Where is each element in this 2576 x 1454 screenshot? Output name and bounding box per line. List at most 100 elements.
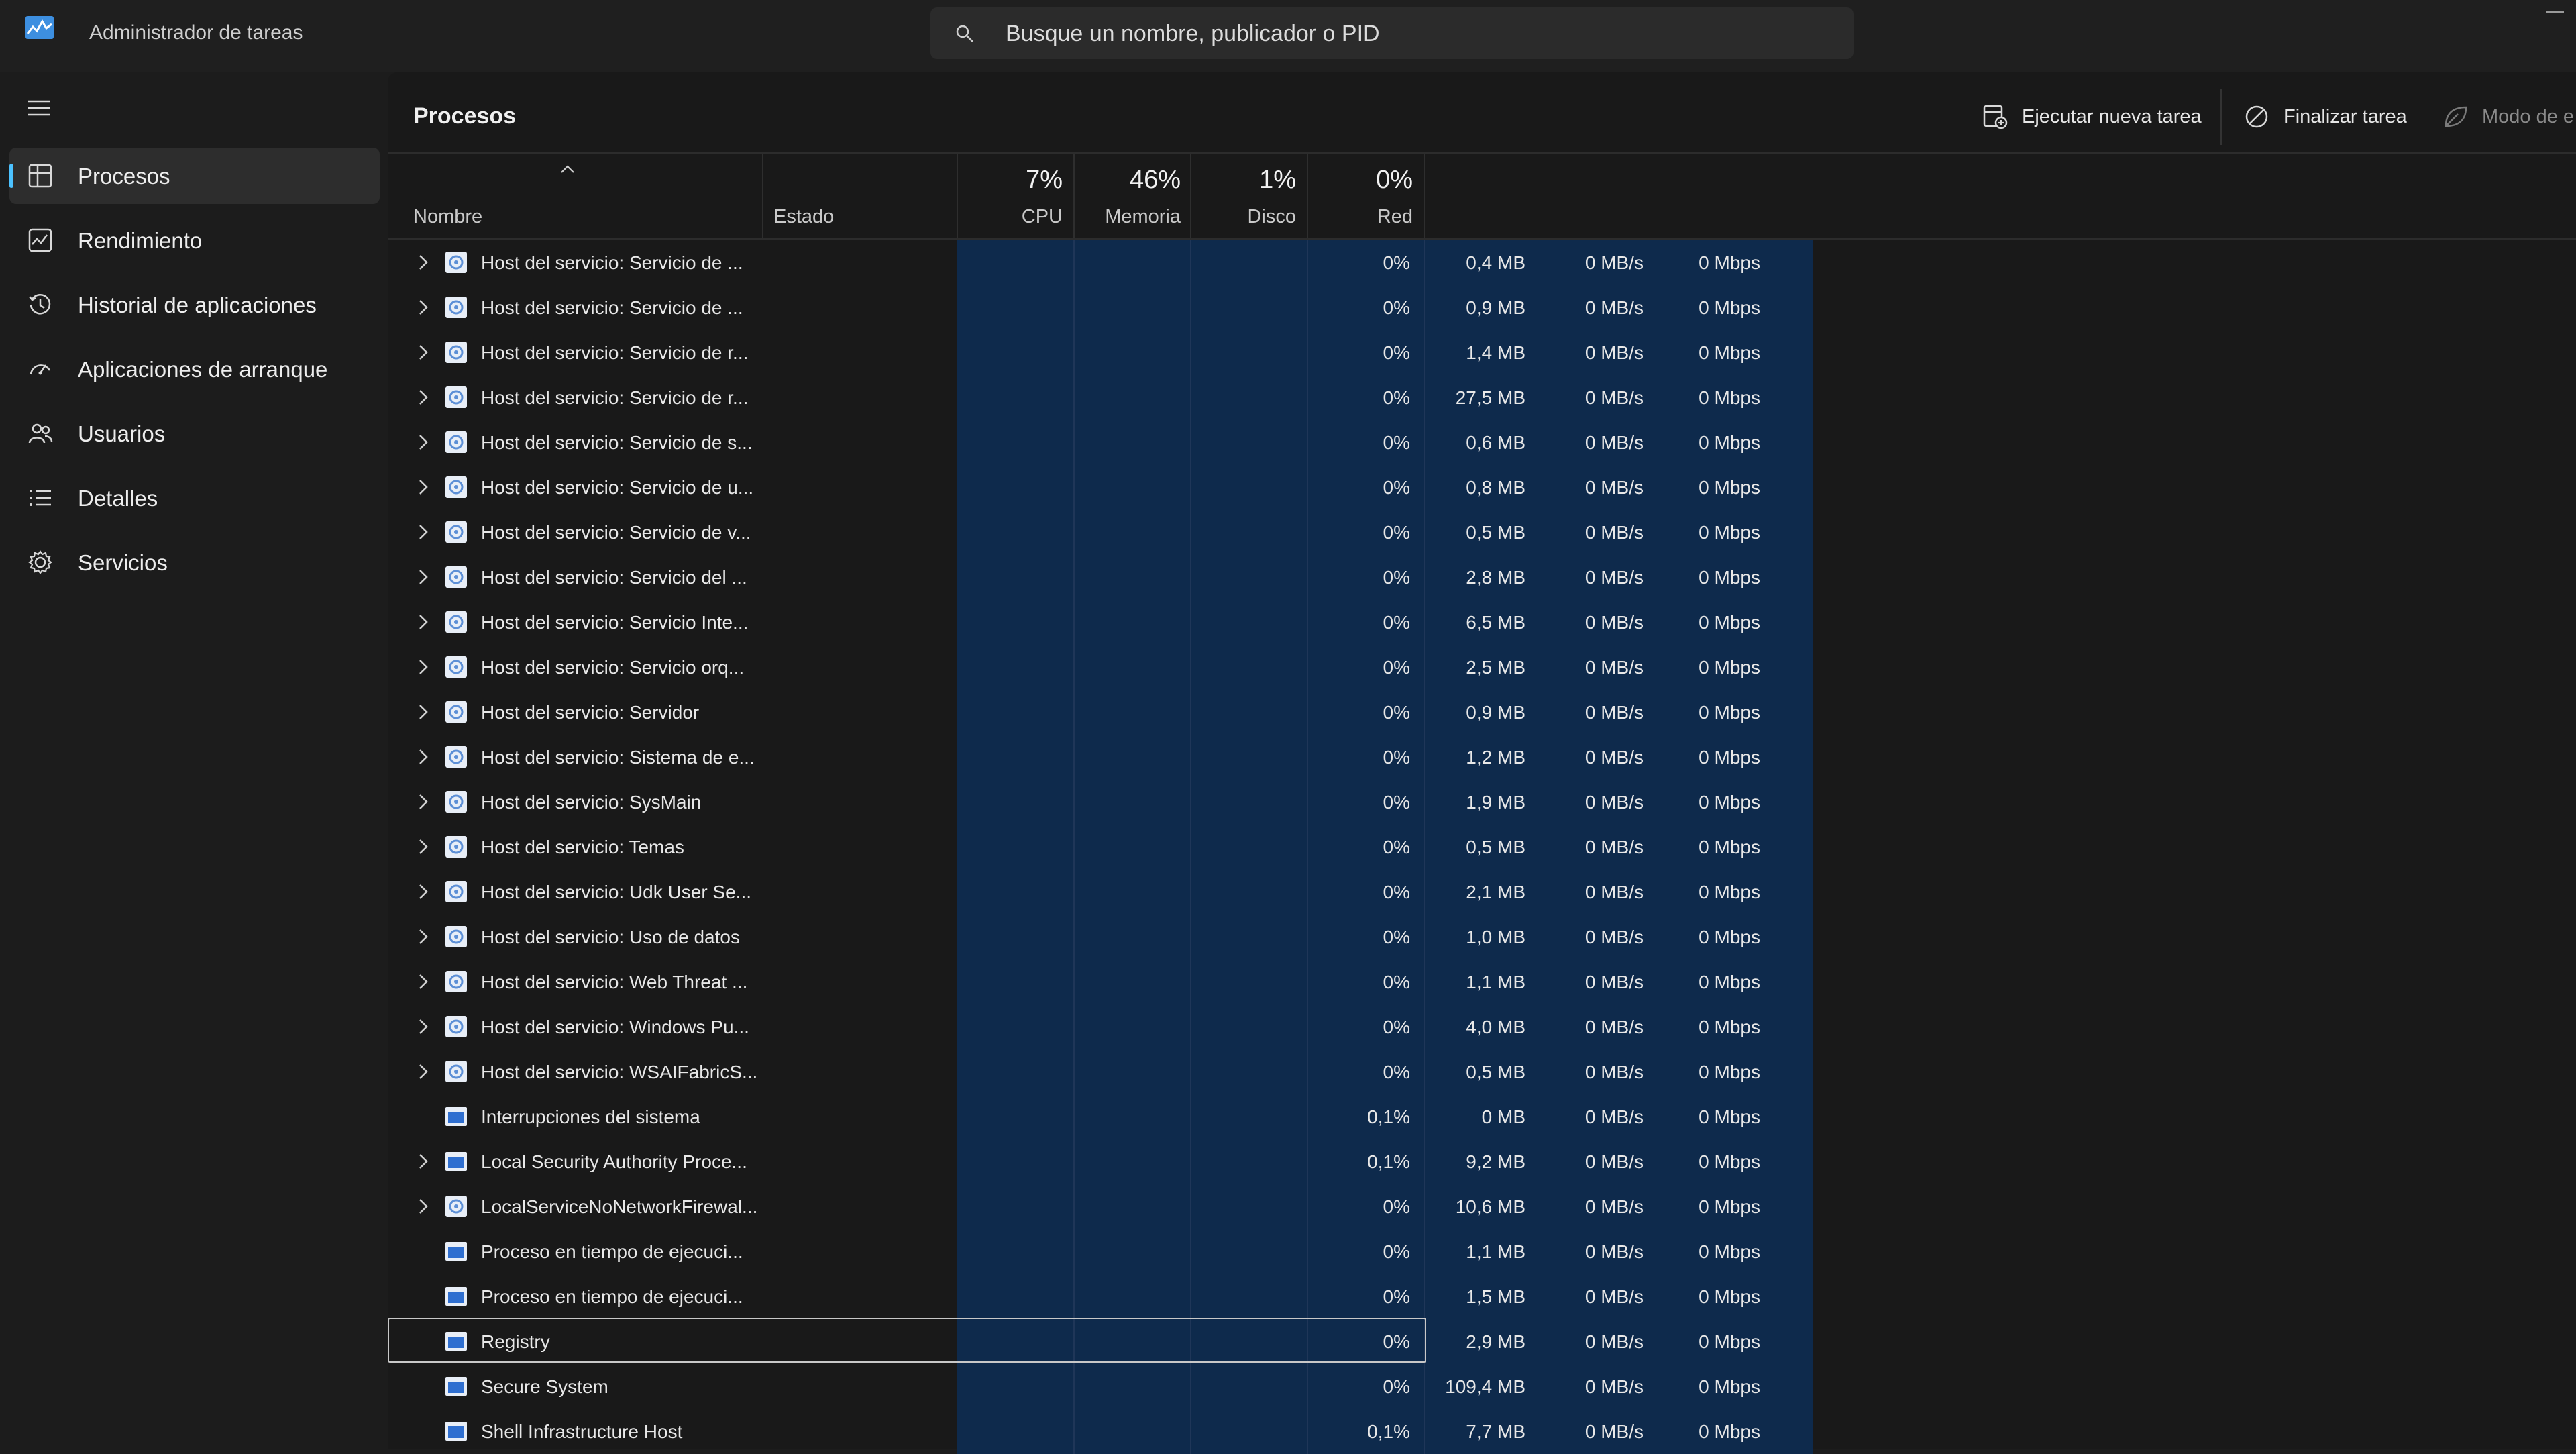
table-row[interactable]: Host del servicio: Servicio de u... 0% 0… bbox=[388, 465, 2576, 510]
chevron-right-icon[interactable] bbox=[417, 1063, 429, 1080]
chevron-right-icon[interactable] bbox=[417, 1018, 429, 1035]
process-name: Host del servicio: SysMain bbox=[481, 792, 702, 813]
table-row[interactable]: Host del servicio: Web Threat ... 0% 1,1… bbox=[388, 959, 2576, 1004]
sidebar-item-users[interactable]: Usuarios bbox=[9, 405, 380, 462]
sidebar-item-performance[interactable]: Rendimiento bbox=[9, 212, 380, 268]
sidebar-item-services[interactable]: Servicios bbox=[9, 534, 380, 590]
chevron-right-icon[interactable] bbox=[417, 1198, 429, 1215]
column-divider[interactable] bbox=[1424, 154, 1425, 238]
table-row[interactable]: Local Security Authority Proce... 0,1% 9… bbox=[388, 1139, 2576, 1184]
chevron-right-icon[interactable] bbox=[417, 838, 429, 855]
chevron-right-icon[interactable] bbox=[417, 568, 429, 586]
table-row[interactable]: Host del servicio: Servicio Inte... 0% 6… bbox=[388, 600, 2576, 645]
table-row[interactable]: Proceso en tiempo de ejecuci... 0% 1,5 M… bbox=[388, 1274, 2576, 1319]
column-header-status[interactable]: Estado bbox=[773, 206, 834, 228]
sidebar-item-details[interactable]: Detalles bbox=[9, 470, 380, 526]
app-window-icon bbox=[445, 1107, 467, 1126]
table-row[interactable]: Registry 0% 2,9 MB 0 MB/s 0 Mbps bbox=[388, 1318, 2576, 1364]
network-value: 0 Mbps bbox=[1699, 1106, 1760, 1127]
chevron-right-icon[interactable] bbox=[417, 523, 429, 541]
chevron-right-icon[interactable] bbox=[417, 658, 429, 676]
service-gear-icon bbox=[445, 342, 467, 363]
table-row[interactable]: Proceso en tiempo de ejecuci... 0% 1,1 M… bbox=[388, 1229, 2576, 1274]
chevron-right-icon[interactable] bbox=[417, 928, 429, 945]
chevron-right-icon[interactable] bbox=[417, 883, 429, 900]
table-row[interactable]: Shell Infrastructure Host 0,1% 7,7 MB 0 … bbox=[388, 1409, 2576, 1454]
sidebar-item-startup-apps[interactable]: Aplicaciones de arranque bbox=[9, 341, 380, 397]
table-row[interactable]: Host del servicio: Servicio de ... 0% 0,… bbox=[388, 285, 2576, 330]
chevron-right-icon[interactable] bbox=[417, 299, 429, 316]
cell-divider bbox=[1073, 1049, 1075, 1094]
minimize-button[interactable] bbox=[2546, 11, 2564, 13]
process-name: Host del servicio: Servicio de r... bbox=[481, 387, 749, 408]
sidebar-item-processes[interactable]: Procesos bbox=[9, 148, 380, 204]
sidebar-item-app-history[interactable]: Historial de aplicaciones bbox=[9, 276, 380, 333]
column-header-network[interactable]: 0% Red bbox=[1307, 154, 1413, 238]
table-row[interactable]: Host del servicio: Udk User Se... 0% 2,1… bbox=[388, 870, 2576, 915]
table-row[interactable]: Host del servicio: Temas 0% 0,5 MB 0 MB/… bbox=[388, 825, 2576, 870]
cell-divider bbox=[1190, 645, 1191, 690]
chevron-right-icon[interactable] bbox=[417, 388, 429, 406]
column-divider[interactable] bbox=[762, 154, 763, 238]
network-value: 0 Mbps bbox=[1699, 657, 1760, 678]
memory-value: 0,8 MB bbox=[1466, 477, 1525, 498]
table-row[interactable]: Host del servicio: Servicio de s... 0% 0… bbox=[388, 420, 2576, 465]
service-gear-icon bbox=[445, 1061, 467, 1082]
chevron-right-icon[interactable] bbox=[417, 1153, 429, 1170]
sort-up-icon[interactable] bbox=[559, 164, 576, 174]
table-row[interactable]: Host del servicio: Sistema de e... 0% 1,… bbox=[388, 735, 2576, 780]
process-name: Proceso en tiempo de ejecuci... bbox=[481, 1241, 743, 1262]
network-label: Red bbox=[1377, 206, 1413, 227]
cell-divider bbox=[1424, 1184, 1425, 1229]
chevron-right-icon[interactable] bbox=[417, 254, 429, 271]
disk-value: 0 MB/s bbox=[1585, 522, 1644, 543]
table-row[interactable]: Host del servicio: WSAIFabricS... 0% 0,5… bbox=[388, 1049, 2576, 1094]
column-header-cpu[interactable]: 7% CPU bbox=[957, 154, 1063, 238]
table-row[interactable]: Interrupciones del sistema 0,1% 0 MB 0 M… bbox=[388, 1094, 2576, 1139]
chevron-right-icon[interactable] bbox=[417, 748, 429, 766]
disk-value: 0 MB/s bbox=[1585, 387, 1644, 408]
table-row[interactable]: LocalServiceNoNetworkFirewal... 0% 10,6 … bbox=[388, 1184, 2576, 1229]
table-row[interactable]: Host del servicio: Uso de datos 0% 1,0 M… bbox=[388, 915, 2576, 959]
table-row[interactable]: Host del servicio: Servicio del ... 0% 2… bbox=[388, 555, 2576, 600]
service-gear-icon bbox=[445, 566, 467, 588]
active-indicator bbox=[9, 164, 13, 188]
table-row[interactable]: Host del servicio: Servicio de ... 0% 0,… bbox=[388, 240, 2576, 285]
table-row[interactable]: Host del servicio: Windows Pu... 0% 4,0 … bbox=[388, 1004, 2576, 1049]
table-row[interactable]: Host del servicio: SysMain 0% 1,9 MB 0 M… bbox=[388, 780, 2576, 825]
chevron-right-icon[interactable] bbox=[417, 793, 429, 811]
table-row[interactable]: Host del servicio: Servicio de r... 0% 1… bbox=[388, 330, 2576, 375]
process-name: LocalServiceNoNetworkFirewal... bbox=[481, 1196, 758, 1217]
column-header-memory[interactable]: 46% Memoria bbox=[1073, 154, 1181, 238]
memory-value: 1,1 MB bbox=[1466, 972, 1525, 992]
table-row[interactable]: Host del servicio: Servicio de v... 0% 0… bbox=[388, 510, 2576, 555]
process-name: Host del servicio: Servicio de ... bbox=[481, 297, 743, 318]
cell-divider bbox=[1424, 1229, 1425, 1274]
chevron-right-icon[interactable] bbox=[417, 613, 429, 631]
chevron-right-icon[interactable] bbox=[417, 433, 429, 451]
cell-divider bbox=[1307, 465, 1308, 510]
table-row[interactable]: Host del servicio: Servicio orq... 0% 2,… bbox=[388, 645, 2576, 690]
search-input[interactable]: Busque un nombre, publicador o PID bbox=[930, 7, 1854, 59]
cpu-value: 0% bbox=[1383, 522, 1410, 543]
table-row[interactable]: Host del servicio: Servicio de r... 0% 2… bbox=[388, 375, 2576, 420]
disk-value: 0 MB/s bbox=[1585, 972, 1644, 992]
hamburger-menu-icon[interactable] bbox=[27, 98, 51, 118]
memory-value: 1,2 MB bbox=[1466, 747, 1525, 768]
table-row[interactable]: Host del servicio: Servidor 0% 0,9 MB 0 … bbox=[388, 690, 2576, 735]
disk-value: 0 MB/s bbox=[1585, 567, 1644, 588]
table-row[interactable]: Secure System 0% 109,4 MB 0 MB/s 0 Mbps bbox=[388, 1364, 2576, 1409]
network-value: 0 Mbps bbox=[1699, 567, 1760, 588]
chevron-right-icon[interactable] bbox=[417, 973, 429, 990]
column-header-name[interactable]: Nombre bbox=[413, 206, 482, 228]
process-name: Host del servicio: WSAIFabricS... bbox=[481, 1061, 758, 1082]
cell-divider bbox=[1307, 375, 1308, 420]
memory-value: 0,5 MB bbox=[1466, 522, 1525, 543]
chevron-right-icon[interactable] bbox=[417, 344, 429, 361]
column-header-disk[interactable]: 1% Disco bbox=[1190, 154, 1296, 238]
chevron-right-icon[interactable] bbox=[417, 478, 429, 496]
cpu-value: 0% bbox=[1383, 1376, 1410, 1397]
chevron-right-icon[interactable] bbox=[417, 703, 429, 721]
cpu-value: 0,1% bbox=[1367, 1106, 1410, 1127]
disk-value: 0 MB/s bbox=[1585, 1106, 1644, 1127]
